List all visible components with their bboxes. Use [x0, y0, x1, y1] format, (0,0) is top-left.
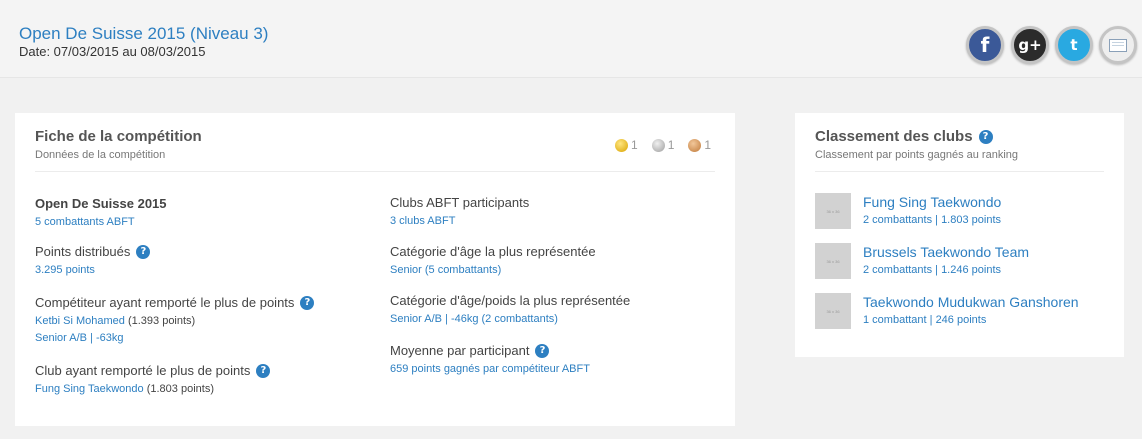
top-competitor-link[interactable]: Ketbi Si Mohamed: [35, 315, 125, 327]
googleplus-icon: g+: [1018, 36, 1042, 54]
clubs-label: Clubs ABFT participants: [390, 195, 530, 210]
competition-date: Date: 07/03/2015 au 08/03/2015: [19, 44, 206, 59]
fighters-count-link[interactable]: 5 combattants ABFT: [35, 215, 167, 230]
list-item[interactable]: 36 x 36 Fung Sing Taekwondo 2 combattant…: [815, 193, 1001, 229]
competition-name: Open De Suisse 2015: [35, 196, 167, 211]
top-competitor-block: Compétiteur ayant remporté le plus de po…: [35, 295, 315, 346]
club-logo-placeholder: 36 x 36: [815, 293, 851, 329]
googleplus-share-button[interactable]: g+: [1011, 26, 1049, 64]
club-stats[interactable]: 2 combattants | 1.246 points: [863, 264, 1029, 276]
page-title: Open De Suisse 2015 (Niveau 3): [19, 24, 269, 43]
points-block: Points distribués? 3.295 points: [35, 244, 151, 278]
competition-name-block: Open De Suisse 2015 5 combattants ABFT: [35, 196, 167, 230]
age-weight-block: Catégorie d'âge/poids la plus représenté…: [390, 293, 630, 327]
help-icon[interactable]: ?: [256, 364, 271, 378]
list-item[interactable]: 36 x 36 Taekwondo Mudukwan Ganshoren 1 c…: [815, 293, 1079, 329]
facebook-share-button[interactable]: f: [966, 26, 1004, 64]
gold-medal-icon: [615, 138, 628, 152]
clubs-block: Clubs ABFT participants 3 clubs ABFT: [390, 195, 529, 229]
average-value: 659 points gagnés par compétiteur ABFT: [390, 363, 590, 375]
clubs-count-link[interactable]: 3 clubs ABFT: [390, 214, 529, 229]
club-ranking-title: Classement des clubs: [815, 128, 973, 145]
twitter-share-button[interactable]: t: [1055, 26, 1093, 64]
competition-card-title: Fiche de la compétition: [35, 128, 202, 145]
top-club-link[interactable]: Fung Sing Taekwondo: [35, 383, 144, 395]
help-icon[interactable]: ?: [300, 296, 315, 310]
age-category-block: Catégorie d'âge la plus représentée Seni…: [390, 244, 596, 278]
competition-card-subtitle: Données de la compétition: [35, 149, 166, 161]
club-ranking-card: Classement des clubs? Classement par poi…: [795, 113, 1124, 357]
club-ranking-title-row: Classement des clubs?: [815, 128, 993, 145]
club-name-link[interactable]: Taekwondo Mudukwan Ganshoren: [863, 294, 1079, 311]
age-weight-label: Catégorie d'âge/poids la plus représenté…: [390, 293, 631, 308]
top-competitor-points: (1.393 points): [127, 315, 196, 327]
divider: [35, 171, 715, 172]
bronze-medal-count: 1: [704, 138, 712, 152]
age-category-label: Catégorie d'âge la plus représentée: [390, 244, 596, 259]
top-competitor-category-link[interactable]: Senior A/B | -63kg: [35, 331, 314, 346]
club-stats[interactable]: 1 combattant | 246 points: [863, 314, 1079, 326]
competition-card: Fiche de la compétition Données de la co…: [15, 113, 735, 426]
bronze-medal-icon: [688, 138, 702, 152]
help-icon[interactable]: ?: [535, 344, 550, 358]
age-category-link[interactable]: Senior (5 combattants): [390, 263, 596, 278]
top-club-block: Club ayant remporté le plus de points? F…: [35, 363, 271, 397]
divider: [815, 171, 1104, 172]
club-stats[interactable]: 2 combattants | 1.803 points: [863, 214, 1001, 226]
facebook-icon: f: [980, 33, 990, 57]
average-block: Moyenne par participant? 659 points gagn…: [390, 343, 590, 377]
page-header: Open De Suisse 2015 (Niveau 3) Date: 07/…: [0, 0, 1142, 78]
gold-medal-count: 1: [631, 138, 638, 152]
help-icon[interactable]: ?: [136, 245, 151, 259]
help-icon[interactable]: ?: [978, 129, 993, 144]
club-logo-placeholder: 36 x 36: [815, 243, 851, 279]
top-club-points: (1.803 points): [146, 383, 214, 395]
list-item[interactable]: 36 x 36 Brussels Taekwondo Team 2 combat…: [815, 243, 1029, 279]
club-name-link[interactable]: Brussels Taekwondo Team: [863, 244, 1029, 261]
twitter-icon: t: [1070, 36, 1078, 54]
silver-medal-icon: [651, 138, 665, 152]
mail-icon: [1109, 38, 1127, 52]
points-label: Points distribués: [35, 244, 131, 259]
points-value: 3.295 points: [35, 264, 95, 276]
silver-medal-count: 1: [667, 138, 675, 152]
age-weight-link[interactable]: Senior A/B | -46kg (2 combattants): [390, 312, 630, 327]
club-name-link[interactable]: Fung Sing Taekwondo: [863, 194, 1001, 211]
club-logo-placeholder: 36 x 36: [815, 193, 851, 229]
top-competitor-label: Compétiteur ayant remporté le plus de po…: [35, 295, 295, 310]
club-ranking-subtitle: Classement par points gagnés au ranking: [815, 149, 1019, 161]
average-label: Moyenne par participant: [390, 343, 530, 358]
top-club-label: Club ayant remporté le plus de points: [35, 363, 251, 378]
email-share-button[interactable]: [1099, 26, 1137, 64]
medal-summary: 1 1 1: [615, 138, 725, 152]
